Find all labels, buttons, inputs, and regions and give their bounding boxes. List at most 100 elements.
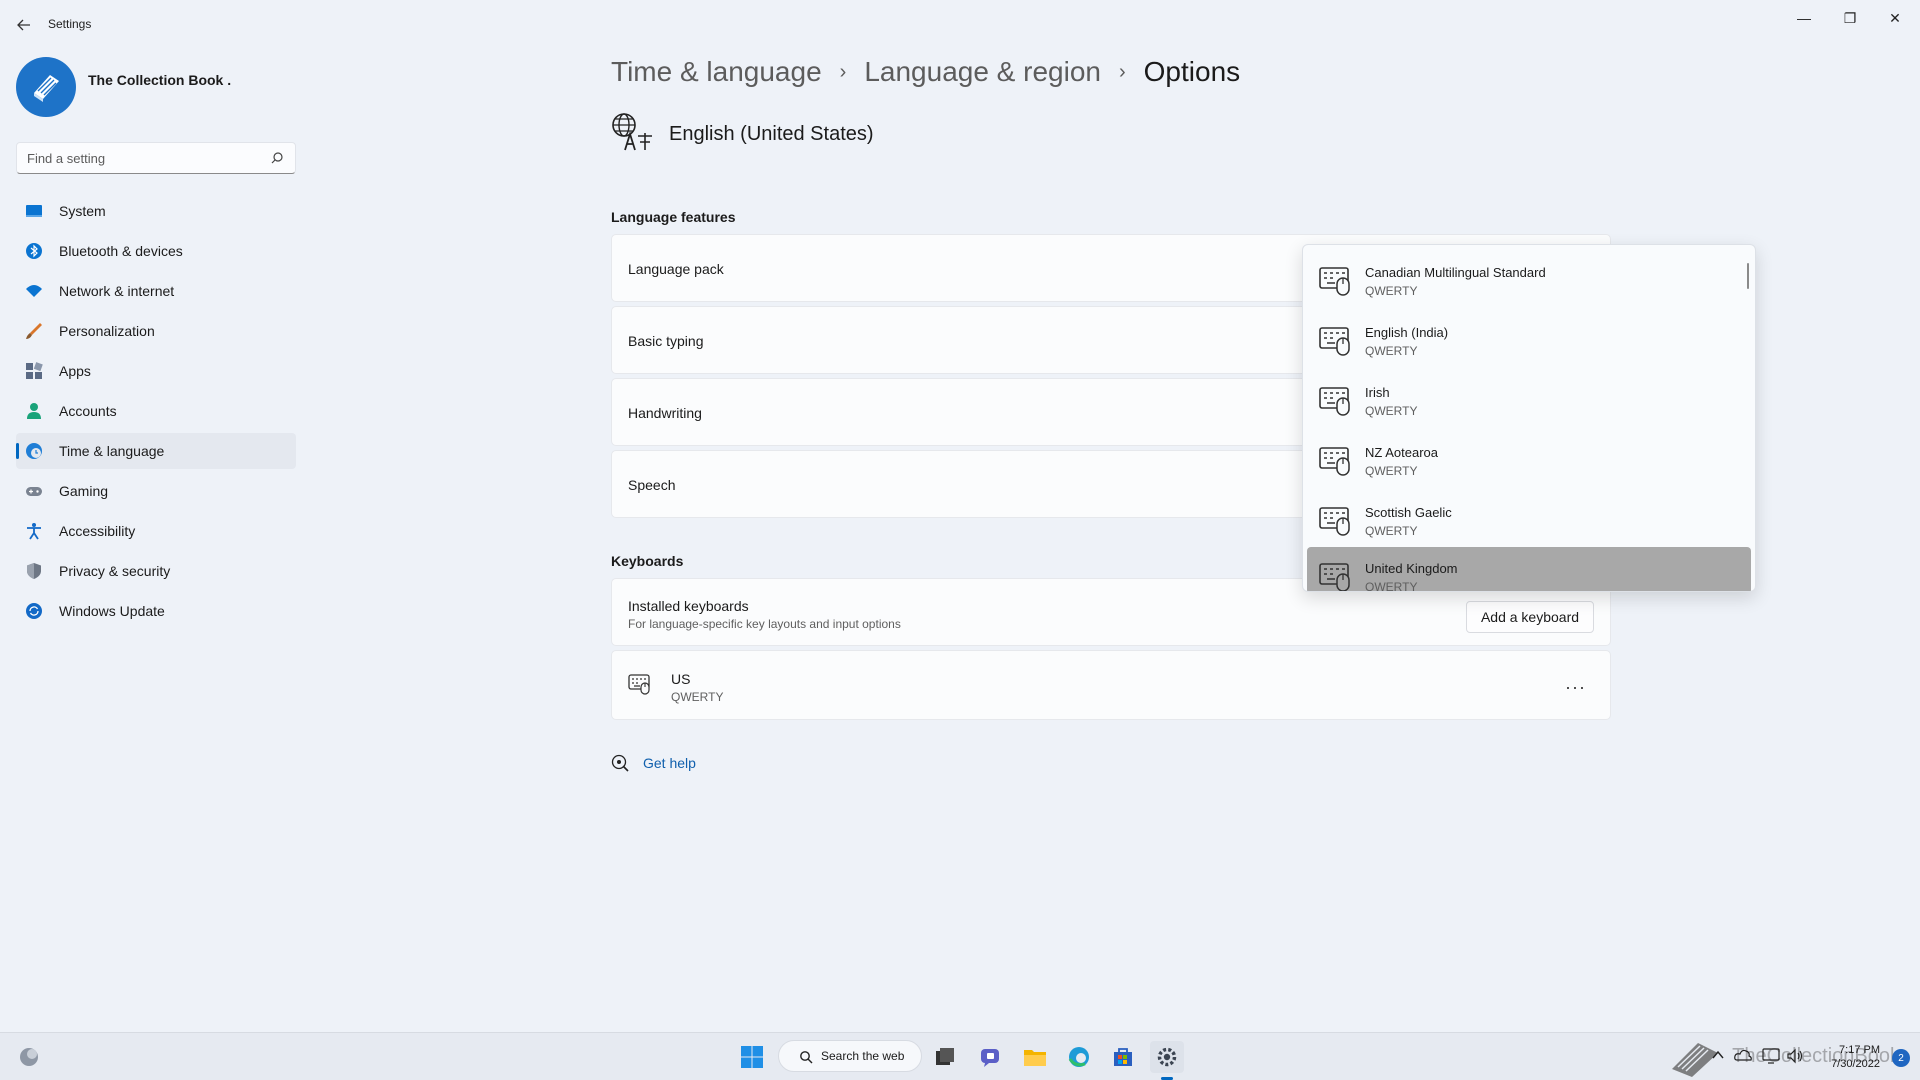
breadcrumb-language-region[interactable]: Language & region	[864, 56, 1101, 88]
sidebar-item-label: Time & language	[59, 443, 165, 459]
dropdown-item-english-india[interactable]: English (India) QWERTY	[1307, 311, 1751, 371]
edge-button[interactable]	[1062, 1041, 1096, 1073]
page-title: Options	[1143, 56, 1241, 87]
handwriting-label: Handwriting	[628, 405, 702, 421]
language-name: English (United States)	[669, 123, 874, 145]
task-view-button[interactable]	[928, 1041, 962, 1073]
sidebar-item-gaming[interactable]: Gaming	[16, 473, 296, 509]
teams-chat-button[interactable]	[974, 1041, 1008, 1073]
keyboard-dropdown[interactable]: Canadian Multilingual Standard QWERTY En…	[1302, 244, 1756, 592]
get-help-link[interactable]: Get help	[643, 755, 696, 771]
breadcrumb-time-language[interactable]: Time & language	[611, 56, 822, 88]
dropdown-item-name: Canadian Multilingual Standard	[1365, 265, 1546, 280]
dropdown-item-name: Irish	[1365, 385, 1390, 400]
update-icon	[26, 603, 42, 619]
add-keyboard-button[interactable]: Add a keyboard	[1466, 601, 1594, 633]
dropdown-item-name: English (India)	[1365, 325, 1449, 340]
maximize-button[interactable]: ❐	[1835, 8, 1865, 28]
dropdown-item-nz-aotearoa[interactable]: NZ Aotearoa QWERTY	[1307, 431, 1751, 491]
chevron-up-icon[interactable]	[1712, 1050, 1724, 1060]
person-icon	[27, 403, 41, 419]
widgets-button[interactable]	[12, 1041, 46, 1073]
task-view-icon	[936, 1048, 954, 1065]
file-explorer-button[interactable]	[1018, 1041, 1052, 1073]
sidebar-item-time-language[interactable]: Time & language	[16, 433, 296, 469]
app-title: Settings	[48, 17, 92, 31]
clock-time: 7:17 PM	[1839, 1044, 1880, 1056]
installed-keyboards-label: Installed keyboards	[628, 598, 749, 614]
folder-icon	[1024, 1050, 1046, 1066]
settings-taskbar-button[interactable]	[1150, 1041, 1184, 1073]
sidebar-item-apps[interactable]: Apps	[16, 353, 296, 389]
start-button[interactable]	[735, 1041, 769, 1073]
profile-name: The Collection Book .	[88, 72, 232, 88]
store-button[interactable]	[1106, 1041, 1140, 1073]
sidebar-item-label: System	[59, 203, 106, 219]
dropdown-item-name: United Kingdom	[1365, 561, 1458, 576]
sidebar-item-accounts[interactable]: Accounts	[16, 393, 296, 429]
dropdown-item-canadian-multilingual[interactable]: Canadian Multilingual Standard QWERTY	[1307, 251, 1751, 311]
title-bar: Settings — ❐ ✕	[0, 0, 1920, 48]
onedrive-icon[interactable]	[1734, 1048, 1752, 1062]
language-pack-label: Language pack	[628, 261, 724, 277]
sidebar-nav: System Bluetooth & devices Network & int…	[16, 193, 296, 633]
chat-icon	[981, 1049, 999, 1067]
shield-icon	[27, 563, 41, 579]
keyboard-icon	[628, 674, 650, 695]
clock-date: 7/30/2022	[1831, 1058, 1880, 1070]
book-icon	[34, 75, 59, 102]
sidebar-item-label: Personalization	[59, 323, 155, 339]
keyboard-icon	[1319, 507, 1350, 536]
dropdown-item-name: Scottish Gaelic	[1365, 505, 1452, 520]
dropdown-item-layout: QWERTY	[1365, 344, 1418, 358]
help-icon	[611, 754, 629, 772]
arrow-left-icon	[17, 19, 30, 31]
sidebar-item-accessibility[interactable]: Accessibility	[16, 513, 296, 549]
globe-clock-icon	[26, 443, 42, 459]
dropdown-item-layout: QWERTY	[1365, 524, 1418, 538]
basic-typing-label: Basic typing	[628, 333, 704, 349]
sidebar-item-label: Accounts	[59, 403, 117, 419]
apps-icon	[26, 362, 43, 379]
close-button[interactable]: ✕	[1880, 8, 1910, 28]
breadcrumb: Time & language › Language & region › Op…	[611, 56, 1240, 88]
dropdown-item-layout: QWERTY	[1365, 284, 1418, 298]
keyboard-icon	[1319, 387, 1350, 416]
avatar[interactable]	[16, 57, 76, 117]
display-icon[interactable]	[1762, 1048, 1780, 1064]
gear-icon	[1157, 1047, 1177, 1067]
notification-badge[interactable]: 2	[1892, 1049, 1910, 1067]
back-button[interactable]	[12, 14, 36, 36]
sidebar-item-label: Apps	[59, 363, 91, 379]
speech-label: Speech	[628, 477, 676, 493]
bluetooth-icon	[26, 243, 42, 259]
minimize-button[interactable]: —	[1789, 8, 1819, 28]
sidebar-item-personalization[interactable]: Personalization	[16, 313, 296, 349]
search-placeholder: Find a setting	[27, 151, 106, 166]
dropdown-item-irish[interactable]: Irish QWERTY	[1307, 371, 1751, 431]
monitor-icon	[26, 205, 42, 217]
sidebar-item-network[interactable]: Network & internet	[16, 273, 296, 309]
clock[interactable]: 7:17 PM 7/30/2022	[1831, 1043, 1880, 1071]
sidebar-item-label: Gaming	[59, 483, 109, 499]
taskbar-search[interactable]: Search the web	[778, 1040, 922, 1072]
dropdown-item-scottish-gaelic[interactable]: Scottish Gaelic QWERTY	[1307, 491, 1751, 551]
taskbar-search-label: Search the web	[821, 1049, 905, 1063]
keyboard-icon	[1319, 563, 1350, 591]
sidebar-item-windows-update[interactable]: Windows Update	[16, 593, 296, 629]
sidebar-item-label: Privacy & security	[59, 563, 171, 579]
volume-icon[interactable]	[1786, 1048, 1804, 1064]
more-options-button[interactable]: ···	[1565, 677, 1586, 698]
keyboard-us-card: US QWERTY ···	[611, 650, 1611, 720]
sidebar-item-bluetooth[interactable]: Bluetooth & devices	[16, 233, 296, 269]
wifi-icon	[26, 285, 42, 297]
dropdown-item-united-kingdom[interactable]: United Kingdom QWERTY	[1307, 547, 1751, 591]
search-input[interactable]: Find a setting	[16, 142, 296, 174]
sidebar-item-system[interactable]: System	[16, 193, 296, 229]
dropdown-item-layout: QWERTY	[1365, 404, 1418, 418]
sidebar-item-privacy[interactable]: Privacy & security	[16, 553, 296, 589]
keyboard-icon	[1319, 447, 1350, 476]
brush-icon	[26, 323, 42, 339]
dropdown-item-layout: QWERTY	[1365, 464, 1418, 478]
language-features-heading: Language features	[611, 209, 736, 225]
